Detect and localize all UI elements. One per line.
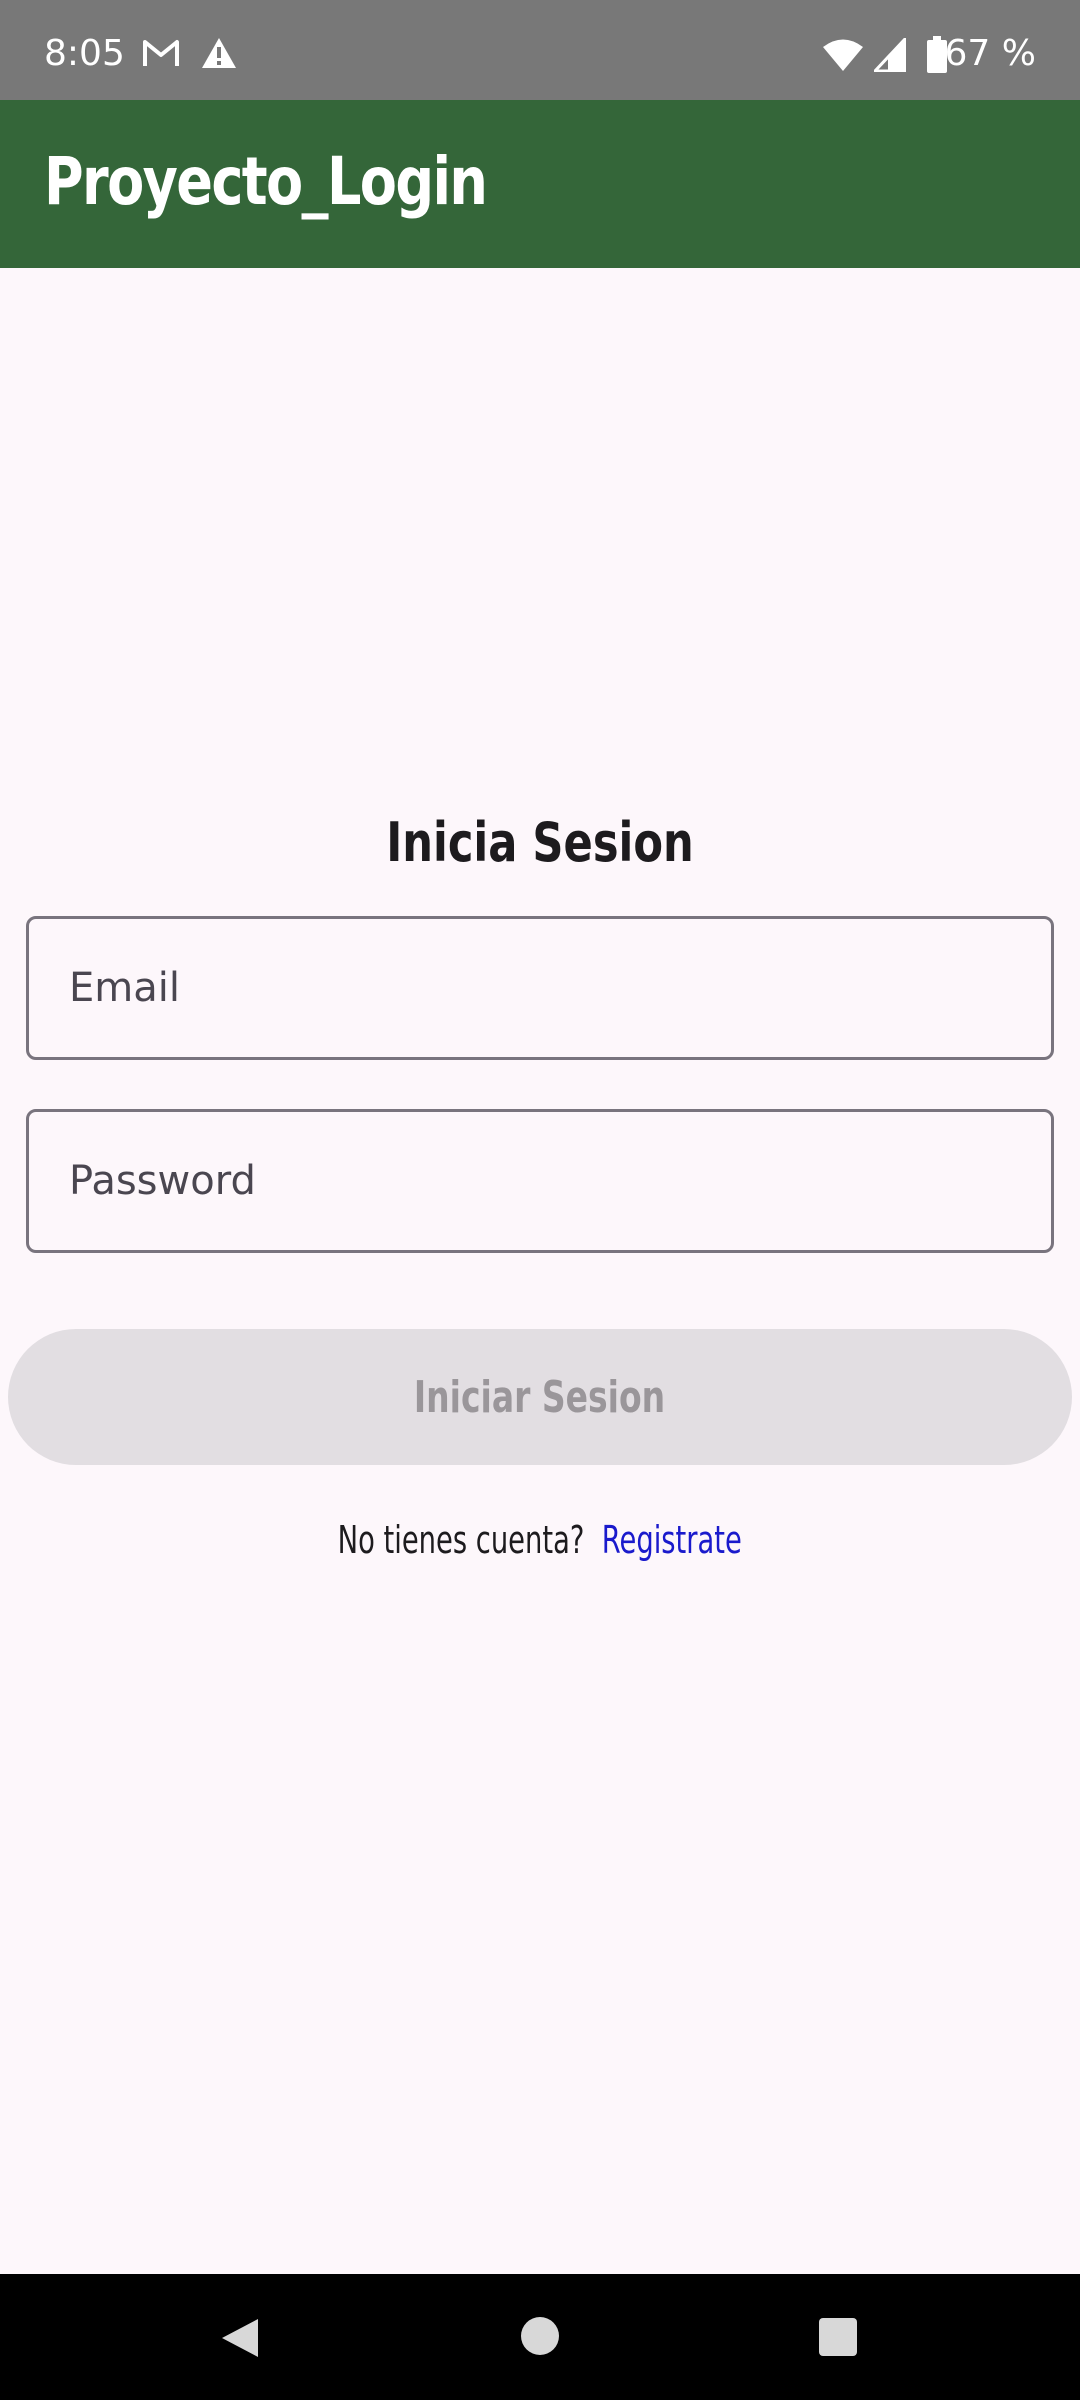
recents-icon[interactable] [818,2317,858,2357]
navigation-bar [0,2274,1080,2400]
register-row: No tienes cuenta? Registrate [0,1514,1080,1566]
gmail-icon [143,40,179,66]
app-bar: Proyecto_Login [0,100,1080,268]
status-bar: 8:05 67 % [0,0,1080,100]
app-title: Proyecto_Login [44,143,488,220]
login-button-label: Iniciar Sesion [414,1371,666,1423]
status-time: 8:05 [44,33,125,74]
login-heading: Inicia Sesion [386,811,694,874]
password-input[interactable] [69,1112,1009,1250]
email-input[interactable] [69,919,1009,1057]
back-icon[interactable] [218,2316,262,2360]
register-link[interactable]: Registrate [602,1518,742,1562]
email-field[interactable] [26,916,1054,1060]
signal-icon [874,38,906,72]
register-prompt: No tienes cuenta? [337,1518,585,1562]
password-field[interactable] [26,1109,1054,1253]
wifi-icon [823,39,863,71]
login-button[interactable]: Iniciar Sesion [8,1329,1072,1465]
login-screen [0,268,1080,2274]
home-icon[interactable] [520,2316,560,2356]
battery-percentage: 67 % [944,33,1036,74]
warning-icon [202,38,236,68]
